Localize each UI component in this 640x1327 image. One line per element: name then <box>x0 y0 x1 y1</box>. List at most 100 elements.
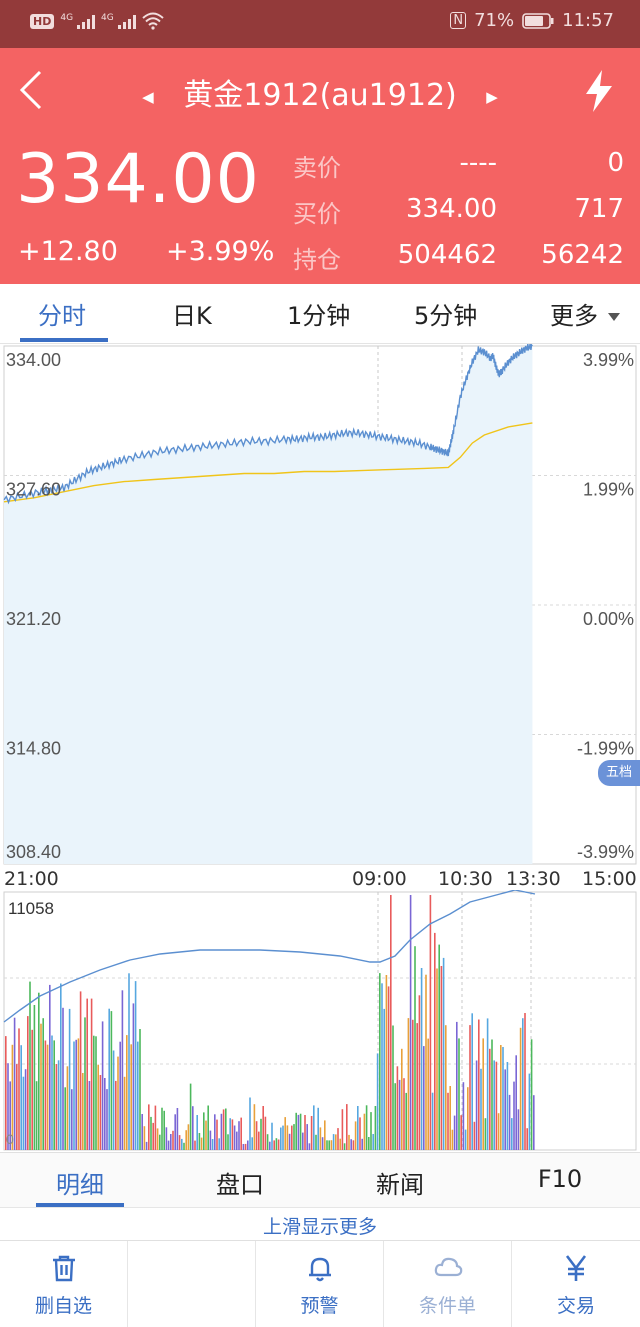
conditional-order-button[interactable]: 条件单 <box>384 1241 512 1327</box>
volume-bar <box>449 1086 451 1150</box>
instrument-title: 黄金1912(au1912) <box>183 78 457 113</box>
percent-tick-label: 0.00% <box>583 609 634 629</box>
percent-tick-label: -3.99% <box>577 842 634 862</box>
volume-bar <box>434 932 436 1150</box>
volume-bar <box>18 1028 20 1150</box>
ask-label: 卖价 <box>293 154 341 182</box>
volume-bar <box>484 1118 487 1150</box>
volume-bar <box>238 1121 240 1150</box>
volume-bar <box>20 1045 22 1150</box>
wifi-icon <box>142 12 164 30</box>
volume-bar <box>352 1140 355 1150</box>
tab-more[interactable]: 更多 <box>550 296 620 331</box>
tab-news[interactable]: 新闻 <box>320 1165 480 1200</box>
cloud-icon <box>434 1257 462 1277</box>
volume-bar <box>486 1018 489 1150</box>
price-change-percent: +3.99% <box>166 236 275 267</box>
volume-bar <box>181 1138 183 1150</box>
volume-bar <box>31 1029 33 1150</box>
volume-bar <box>429 895 432 1150</box>
volume-bar <box>194 1140 196 1150</box>
volume-bar <box>216 1119 218 1150</box>
volume-bar <box>319 1127 322 1150</box>
volume-bar <box>282 1125 284 1150</box>
lightning-icon[interactable] <box>582 68 616 114</box>
clock: 11:57 <box>562 10 614 31</box>
volume-chart[interactable]: 11058 0 <box>0 890 640 1152</box>
volume-bar <box>75 1039 77 1150</box>
volume-bar <box>88 1081 91 1150</box>
hd-badge: HD <box>30 13 55 29</box>
volume-bar <box>247 1140 249 1150</box>
volume-bar <box>348 1134 350 1150</box>
tab-detail[interactable]: 明细 <box>0 1165 160 1200</box>
volume-bar <box>524 1013 526 1150</box>
remove-watchlist-button[interactable]: 删自选 <box>0 1241 128 1327</box>
alert-button[interactable]: 预警 <box>256 1241 384 1327</box>
volume-bar <box>508 1094 511 1150</box>
volume-bar <box>222 1109 225 1150</box>
volume-bar <box>121 990 124 1150</box>
volume-bar <box>203 1112 205 1150</box>
volume-bar <box>159 1134 161 1150</box>
open-interest-line <box>3 890 536 1023</box>
volume-bar <box>363 1113 366 1150</box>
battery-icon <box>522 12 554 29</box>
volume-bar <box>469 1025 471 1150</box>
volume-bar <box>108 1008 110 1150</box>
volume-bar <box>462 1082 465 1150</box>
volume-bar <box>42 1018 44 1150</box>
volume-bar <box>376 1053 379 1150</box>
volume-bar <box>295 1112 297 1150</box>
volume-bar <box>200 1137 203 1150</box>
volume-bar <box>229 1118 231 1150</box>
intraday-price-chart[interactable]: 334.00 3.99% 327.60 1.99% 321.20 0.00% 314.80 -… <box>0 344 640 866</box>
volume-bar <box>361 1138 363 1150</box>
quote-header: ◀ 黄金1912(au1912) ▶ 334.00 +12.80 +3.99% … <box>0 48 640 284</box>
volume-bar <box>293 1124 295 1150</box>
swipe-up-hint[interactable]: 上滑显示更多 <box>0 1208 640 1240</box>
detail-tabs: 明细 盘口 新闻 F10 <box>0 1152 640 1208</box>
volume-bar <box>264 1116 267 1150</box>
volume-bar <box>502 1047 504 1150</box>
volume-bar <box>390 895 392 1150</box>
tab-daily-k[interactable]: 日K <box>172 296 212 331</box>
volume-bar <box>359 1117 361 1150</box>
prev-instrument-icon[interactable]: ◀ <box>142 88 154 106</box>
volume-bar <box>398 1079 401 1150</box>
volume-bar <box>84 1017 86 1150</box>
five-level-badge[interactable]: 五档 <box>598 760 640 786</box>
volume-bar <box>418 995 421 1150</box>
volume-bar <box>101 1021 104 1150</box>
status-right: N 71% 11:57 <box>450 10 614 31</box>
volume-bar <box>315 1134 317 1150</box>
volume-bar <box>310 1116 313 1150</box>
tab-intraday[interactable]: 分时 <box>38 296 86 331</box>
volume-bar <box>185 1130 187 1150</box>
volume-bar <box>260 1118 262 1150</box>
volume-bar <box>440 966 443 1150</box>
volume-bar <box>209 1130 212 1150</box>
ask-price: ---- <box>459 148 497 178</box>
volume-bar <box>396 1066 399 1150</box>
volume-bar <box>163 1110 165 1150</box>
trade-button[interactable]: 交易 <box>512 1241 640 1327</box>
tab-order-book[interactable]: 盘口 <box>160 1165 320 1200</box>
volume-bar <box>192 1106 194 1150</box>
volume-bar <box>251 1137 253 1150</box>
volume-bar <box>286 1125 289 1150</box>
tab-5min[interactable]: 5分钟 <box>414 296 477 331</box>
open-interest-change: 56242 <box>541 240 624 270</box>
volume-bar <box>491 1039 493 1150</box>
volume-bar <box>198 1133 201 1150</box>
volume-bar <box>423 1046 425 1150</box>
tab-1min[interactable]: 1分钟 <box>287 296 350 331</box>
time-label: 21:00 <box>4 868 59 890</box>
volume-bar <box>405 1092 407 1150</box>
volume-bar <box>473 1121 476 1150</box>
next-instrument-icon[interactable]: ▶ <box>486 88 498 106</box>
tab-f10[interactable]: F10 <box>480 1165 640 1193</box>
volume-bar <box>414 946 416 1150</box>
volume-bar <box>231 1119 234 1150</box>
volume-bar <box>504 1069 506 1150</box>
